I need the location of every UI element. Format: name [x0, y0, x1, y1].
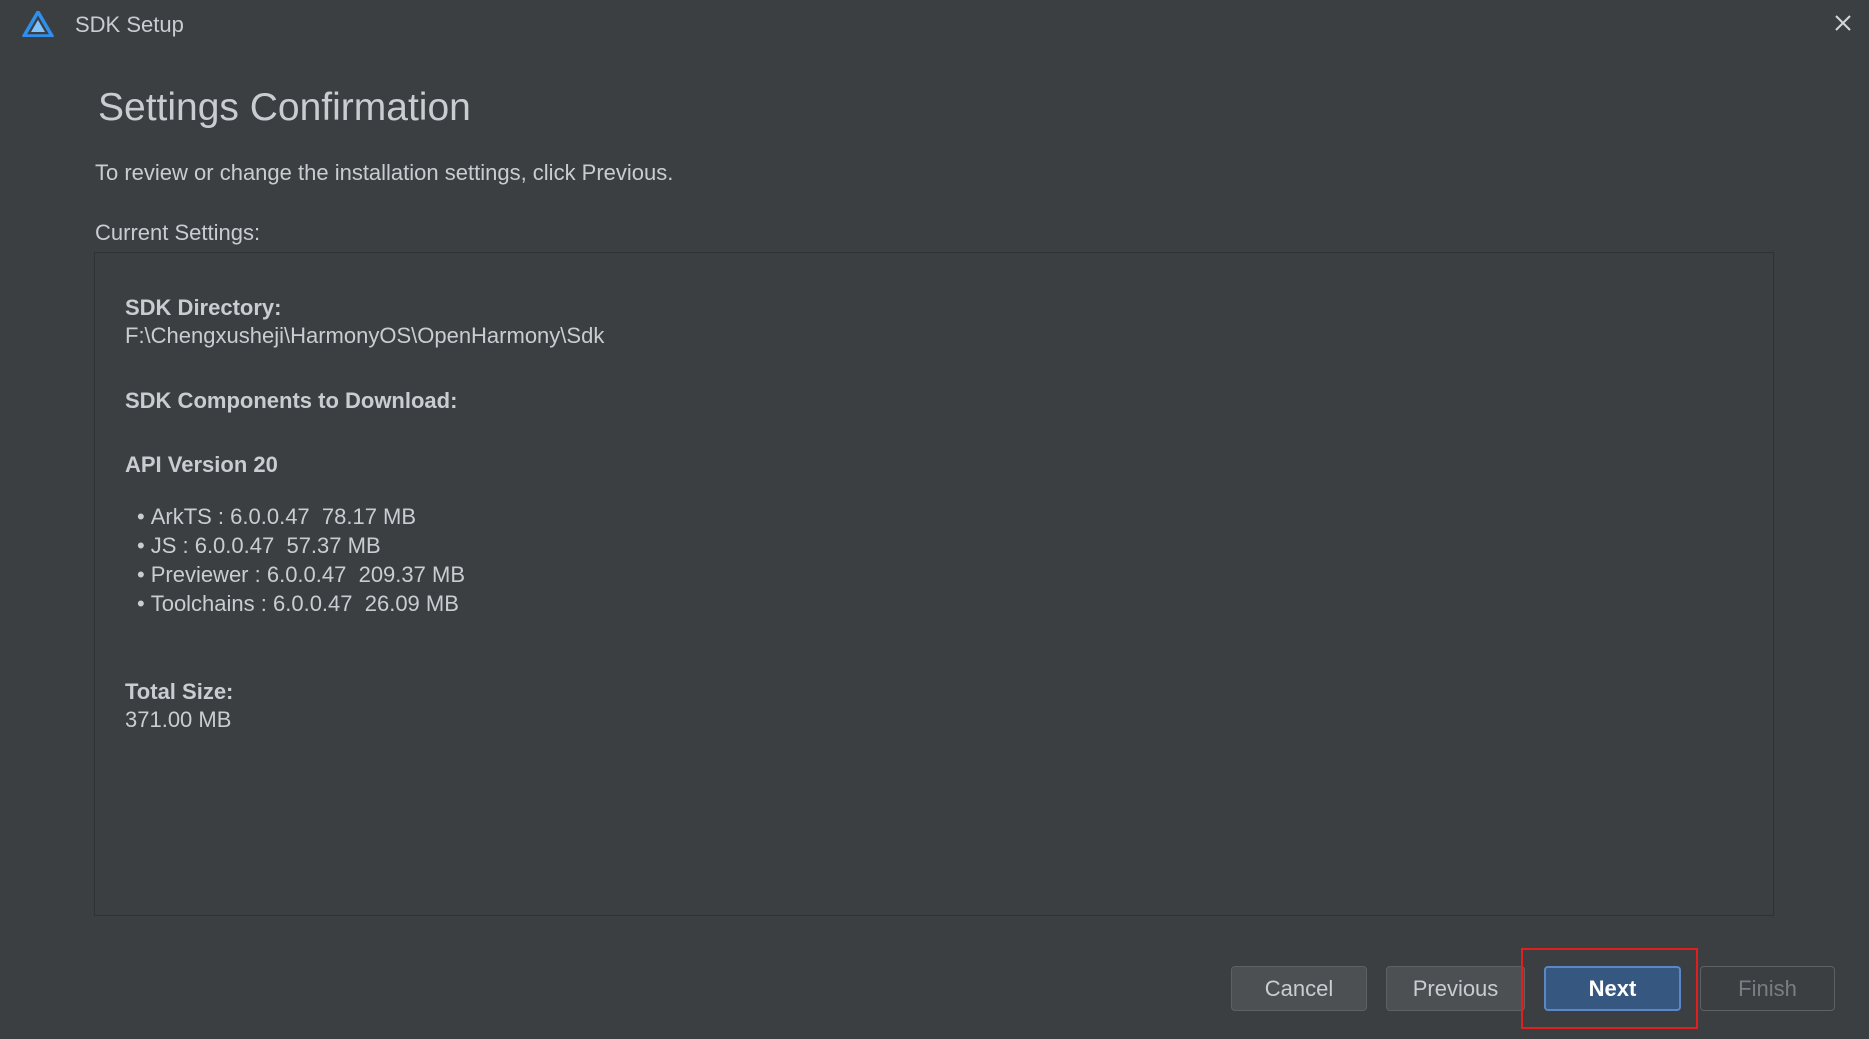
sdk-directory-value: F:\Chengxusheji\HarmonyOS\OpenHarmony\Sd…: [125, 323, 605, 348]
api-version-label: API Version 20: [125, 452, 278, 477]
list-item: • ArkTS : 6.0.0.47 78.17 MB: [137, 502, 465, 531]
finish-button: Finish: [1700, 966, 1835, 1011]
component-text: JS : 6.0.0.47 57.37 MB: [150, 533, 381, 558]
bullet-icon: •: [137, 591, 145, 616]
settings-summary-panel: SDK Directory: F:\Chengxusheji\HarmonyOS…: [94, 252, 1774, 916]
list-item: • JS : 6.0.0.47 57.37 MB: [137, 531, 465, 560]
component-text: ArkTS : 6.0.0.47 78.17 MB: [150, 504, 417, 529]
list-item: • Previewer : 6.0.0.47 209.37 MB: [137, 560, 465, 589]
component-text: Previewer : 6.0.0.47 209.37 MB: [150, 562, 465, 587]
deveco-logo-icon: [22, 11, 54, 37]
title-bar: SDK Setup: [0, 0, 1869, 50]
component-text: Toolchains : 6.0.0.47 26.09 MB: [150, 591, 459, 616]
current-settings-label: Current Settings:: [95, 220, 261, 245]
total-size-value: 371.00 MB: [125, 707, 232, 732]
components-label: SDK Components to Download:: [125, 388, 458, 413]
intro-text: To review or change the installation set…: [95, 160, 674, 185]
close-icon[interactable]: [1830, 10, 1856, 36]
sdk-directory-label: SDK Directory:: [125, 295, 282, 320]
component-list: • ArkTS : 6.0.0.47 78.17 MB • JS : 6.0.0.4…: [137, 502, 465, 618]
bullet-icon: •: [137, 533, 145, 558]
sdk-setup-dialog: SDK Setup Settings Confirmation To revie…: [0, 0, 1869, 1039]
window-title: SDK Setup: [75, 12, 184, 37]
cancel-button[interactable]: Cancel: [1231, 966, 1367, 1011]
page-title: Settings Confirmation: [98, 86, 471, 129]
bullet-icon: •: [137, 562, 145, 587]
bullet-icon: •: [137, 504, 145, 529]
previous-button[interactable]: Previous: [1386, 966, 1525, 1011]
total-size-label: Total Size:: [125, 679, 234, 704]
list-item: • Toolchains : 6.0.0.47 26.09 MB: [137, 589, 465, 618]
next-button[interactable]: Next: [1544, 966, 1681, 1011]
